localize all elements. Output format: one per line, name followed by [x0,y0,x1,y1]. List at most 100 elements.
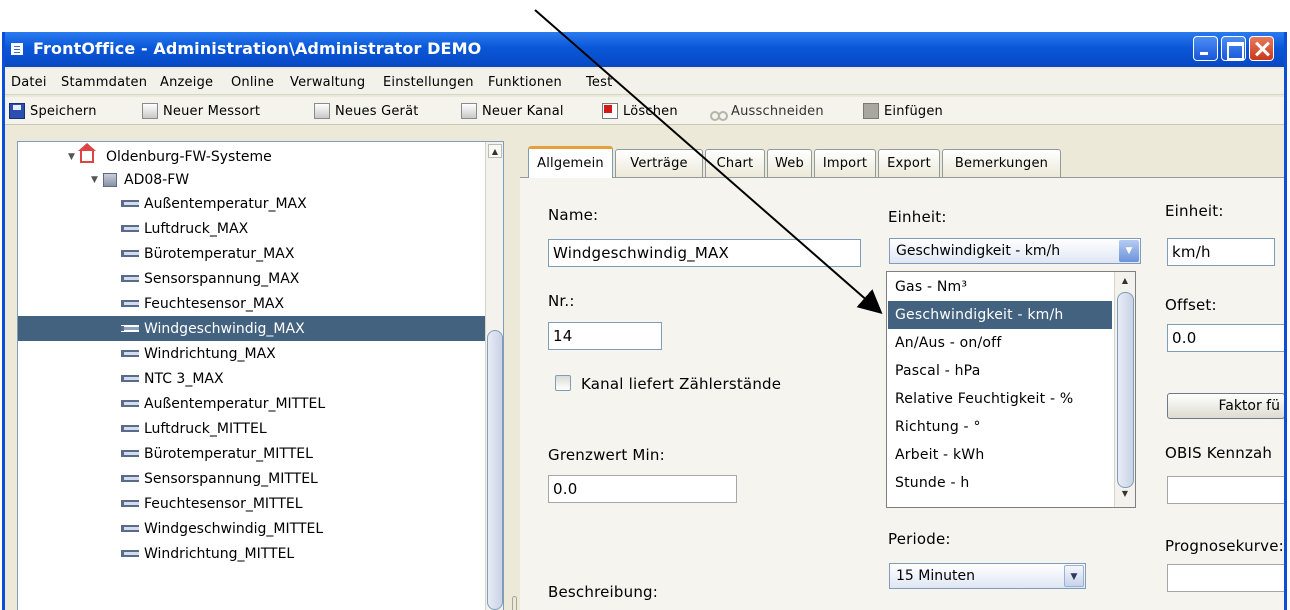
tree-node-channel[interactable]: Luftdruck_MAX [121,216,248,241]
title-bar[interactable]: FrontOffice - Administration\Administrat… [5,32,1284,67]
panel-splitter[interactable] [511,141,519,610]
unit-option[interactable]: Richtung - ° [888,413,1112,441]
new-device-button[interactable]: Neues Gerät [314,103,419,119]
channel-icon [121,375,139,382]
tree-node-channel[interactable]: Windrichtung_MITTEL [121,541,294,566]
tab-bemerkungen[interactable]: Bemerkungen [942,149,1061,177]
new-channel-button[interactable]: Neuer Kanal [461,103,564,119]
delete-label: Löschen [623,103,678,119]
tree-node-label: Bürotemperatur_MITTEL [144,445,313,462]
tree-node-channel[interactable]: Bürotemperatur_MITTEL [121,441,313,466]
channel-icon [121,350,139,357]
period-label: Periode: [888,530,951,548]
splitter-grip[interactable] [512,596,517,610]
tab-export[interactable]: Export [878,149,940,177]
tree-node-channel[interactable]: Außentemperatur_MAX [121,191,307,216]
new-location-label: Neuer Messort [163,103,261,119]
tree-node-label: Windgeschwindig_MAX [144,320,305,337]
tree-node-label: Windrichtung_MITTEL [144,545,295,562]
tree-node-channel[interactable]: Feuchtesensor_MAX [121,291,284,316]
dropdown-scrollbar[interactable]: ▲ ▼ [1114,272,1135,507]
tab-chart[interactable]: Chart [705,149,765,177]
menu-stammdaten[interactable]: Stammdaten [61,75,147,90]
unit-select[interactable]: Geschwindigkeit - km/h ▼ [889,238,1141,264]
tree-node-channel[interactable]: Sensorspannung_MAX [121,266,299,291]
tab-vertraege[interactable]: Verträge [615,149,703,177]
forecast-input[interactable] [1167,564,1284,592]
tree-node-label: Feuchtesensor_MAX [144,295,285,312]
forecast-label: Prognosekurve: [1165,537,1284,555]
tree-node-channel[interactable]: Luftdruck_MITTEL [121,416,267,441]
scroll-up-icon[interactable]: ▲ [1118,274,1132,288]
unit-option-selected[interactable]: Geschwindigkeit - km/h [888,301,1112,329]
channel-icon [121,300,139,307]
tree-node-channel[interactable]: Windgeschwindig_MITTEL [121,516,323,541]
tree-node-location[interactable]: ▼ Oldenburg-FW-Systeme [68,142,272,169]
counter-checkbox-label[interactable]: Kanal liefert Zählerstände [581,375,781,393]
scroll-thumb[interactable] [487,330,503,610]
minimize-button[interactable] [1193,36,1218,61]
unit-option[interactable]: Gas - Nm³ [888,273,1112,301]
tab-allgemein[interactable]: Allgemein [528,146,613,178]
name-label: Name: [548,206,599,224]
counter-checkbox[interactable] [555,375,571,391]
nr-input[interactable]: 14 [548,322,662,350]
tree-node-label: Oldenburg-FW-Systeme [106,148,272,165]
channel-tree[interactable]: ▼ Oldenburg-FW-Systeme ▼ AD08-FW Außente… [17,141,504,610]
tree-node-channel[interactable]: Sensorspannung_MITTEL [121,466,318,491]
new-device-label: Neues Gerät [335,103,419,119]
menu-datei[interactable]: Datei [11,75,47,90]
tree-node-channel[interactable]: Windrichtung_MAX [121,341,276,366]
unit-option[interactable]: An/Aus - on/off [888,329,1112,357]
expand-down-icon[interactable]: ▼ [68,152,80,162]
new-location-button[interactable]: Neuer Messort [142,103,260,119]
menu-einstellungen[interactable]: Einstellungen [383,75,474,90]
unit-select-value: Geschwindigkeit - km/h [896,243,1061,259]
unit-option[interactable]: Stunde - h [888,469,1112,497]
channel-icon [121,450,139,457]
tree-node-channel[interactable]: Bürotemperatur_MAX [121,241,294,266]
expand-down-icon[interactable]: ▼ [91,175,103,185]
maximize-button[interactable] [1221,36,1246,61]
tab-import[interactable]: Import [814,149,876,177]
tree-node-channel-selected[interactable]: Windgeschwindig_MAX [18,316,485,341]
name-input[interactable]: Windgeschwindig_MAX [548,239,861,267]
menu-anzeige[interactable]: Anzeige [160,75,213,90]
unit-option[interactable]: Arbeit - kWh [888,441,1112,469]
delete-button[interactable]: Löschen [602,103,678,119]
paste-button[interactable]: Einfügen [863,103,943,119]
limit-min-input[interactable]: 0.0 [548,475,737,503]
chevron-down-icon[interactable]: ▼ [1064,565,1084,587]
menu-funktionen[interactable]: Funktionen [488,75,562,90]
tree-node-label: Sensorspannung_MITTEL [144,470,318,487]
tree-node-channel[interactable]: NTC 3_MAX [121,366,224,391]
tab-web[interactable]: Web [767,149,812,177]
menu-verwaltung[interactable]: Verwaltung [290,75,365,90]
tree-node-device[interactable]: ▼ AD08-FW [91,167,189,192]
chevron-down-icon[interactable]: ▼ [1119,240,1139,262]
channel-icon [121,250,139,257]
cut-button[interactable]: Ausschneiden [710,103,824,121]
tree-node-channel[interactable]: Außentemperatur_MITTEL [121,391,325,416]
unit2-input[interactable]: km/h [1167,238,1275,266]
tree-node-channel[interactable]: Feuchtesensor_MITTEL [121,491,303,516]
paste-label: Einfügen [884,103,943,119]
tree-node-label: Luftdruck_MITTEL [144,420,267,437]
period-select[interactable]: 15 Minuten ▼ [889,563,1086,589]
save-button[interactable]: Speichern [9,103,97,119]
unit-option[interactable]: Relative Feuchtigkeit - % [888,385,1112,413]
offset-input[interactable]: 0.0 [1167,324,1284,352]
unit-option[interactable]: Pascal - hPa [888,357,1112,385]
scroll-down-icon[interactable]: ▼ [1118,487,1132,501]
scroll-up-icon[interactable]: ▲ [488,144,502,158]
obis-input[interactable] [1167,476,1284,504]
tree-scrollbar[interactable]: ▲ [485,142,503,610]
delete-icon [602,103,618,119]
menu-online[interactable]: Online [231,75,274,90]
scroll-thumb[interactable] [1117,292,1134,488]
menu-test[interactable]: Test [586,75,612,90]
factor-button[interactable]: Faktor fü [1167,393,1284,419]
obis-label: OBIS Kennzah [1165,444,1273,462]
close-button[interactable] [1249,36,1274,61]
unit-dropdown-list[interactable]: Gas - Nm³ Geschwindigkeit - km/h An/Aus … [886,271,1136,508]
